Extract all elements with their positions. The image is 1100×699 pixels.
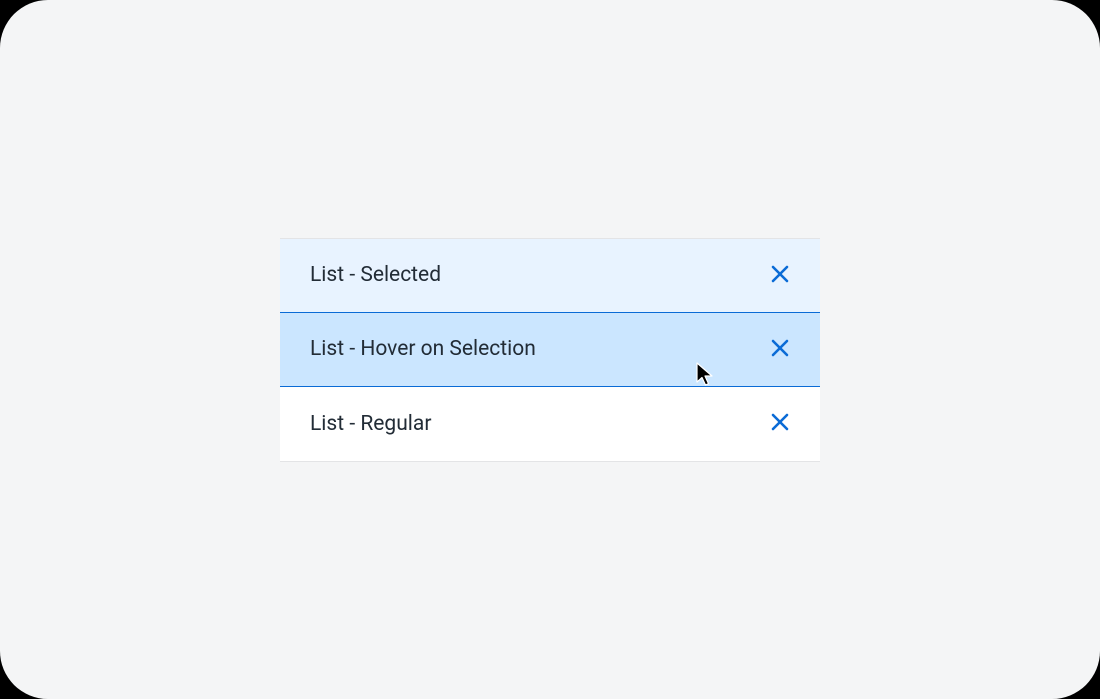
list-item-selected[interactable]: List - Selected bbox=[280, 239, 820, 313]
list-item-hover-selected[interactable]: List - Hover on Selection bbox=[280, 313, 820, 387]
close-icon bbox=[771, 413, 789, 434]
close-button[interactable] bbox=[768, 412, 792, 436]
close-button[interactable] bbox=[768, 263, 792, 287]
list-container: List - Selected List - Hover on Selectio… bbox=[280, 238, 820, 462]
close-icon bbox=[771, 339, 789, 360]
list-item-regular[interactable]: List - Regular bbox=[280, 387, 820, 461]
close-button[interactable] bbox=[768, 337, 792, 361]
canvas: List - Selected List - Hover on Selectio… bbox=[0, 0, 1100, 699]
list-item-label: List - Selected bbox=[310, 263, 441, 287]
list-item-label: List - Regular bbox=[310, 412, 431, 436]
close-icon bbox=[771, 265, 789, 286]
list-item-label: List - Hover on Selection bbox=[310, 337, 536, 361]
